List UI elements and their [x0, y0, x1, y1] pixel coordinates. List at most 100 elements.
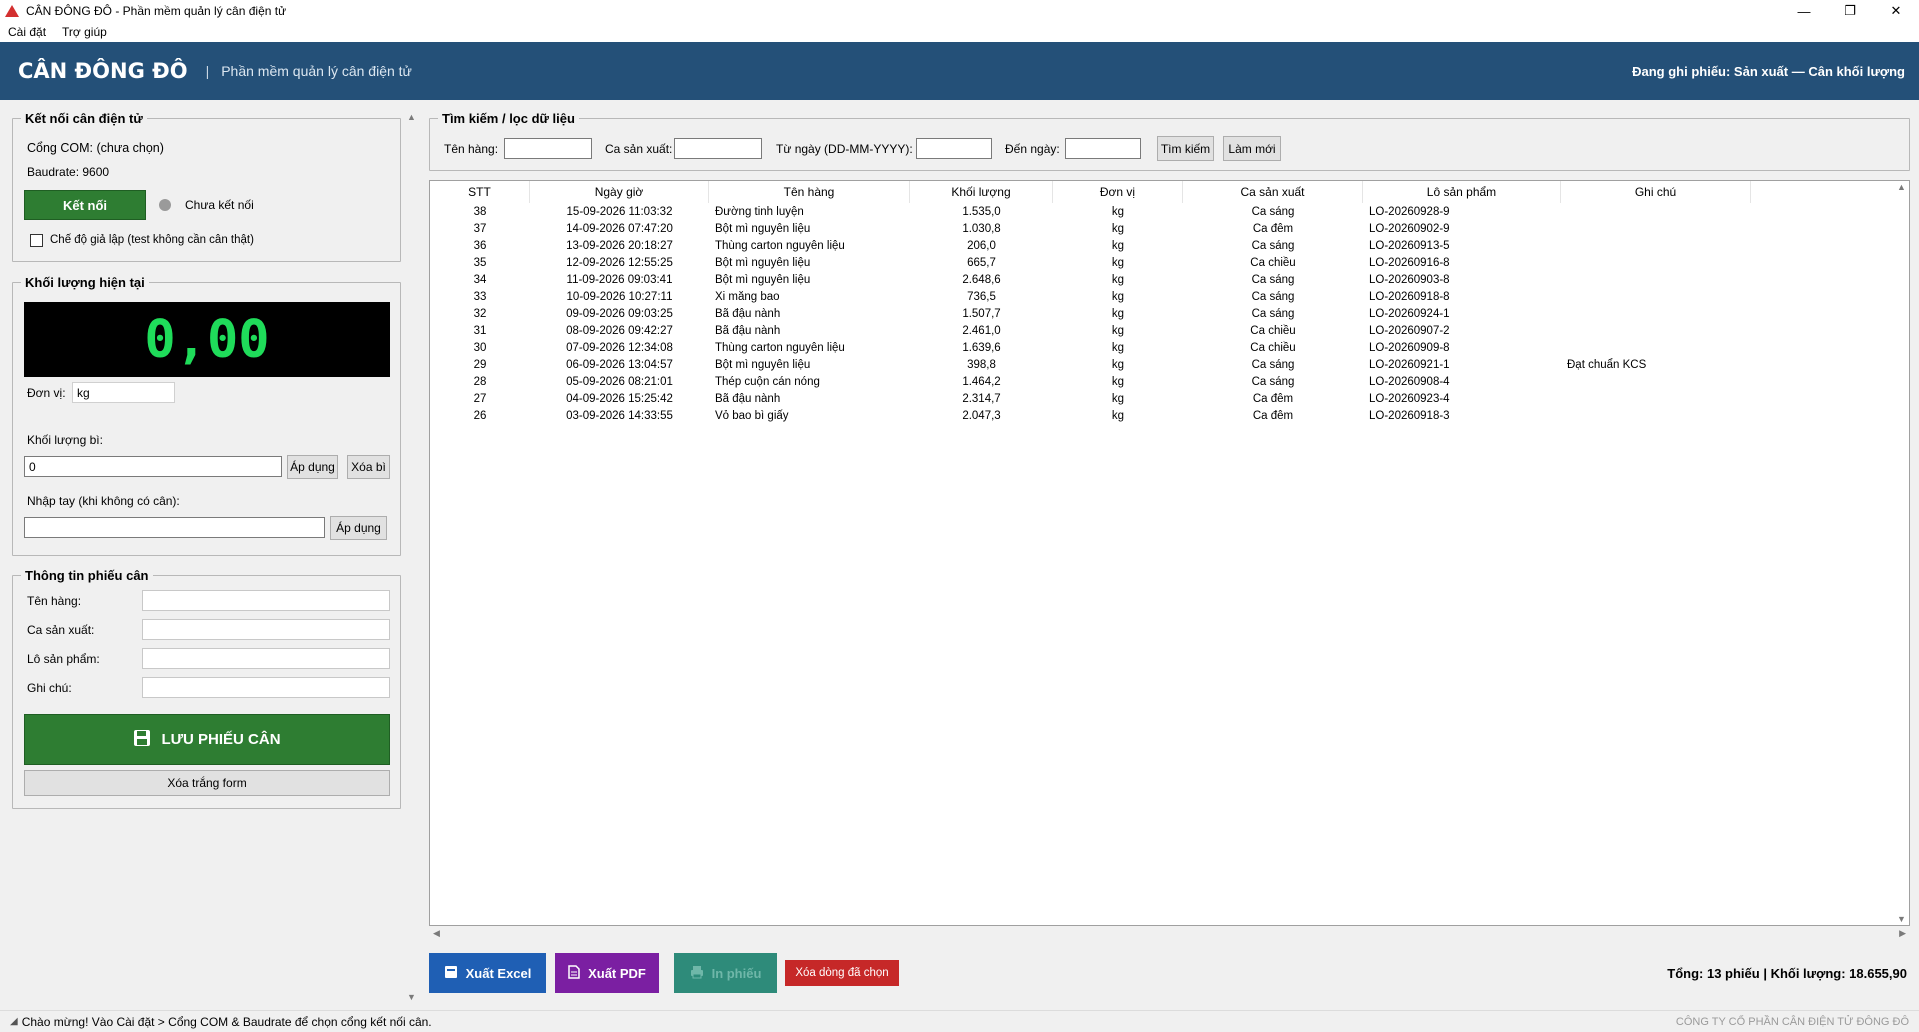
- unit-input[interactable]: [72, 382, 175, 403]
- cell-datetime: 12-09-2026 12:55:25: [566, 256, 673, 269]
- export-excel-label: Xuất Excel: [465, 965, 532, 981]
- cell-product: Đường tinh luyện: [715, 205, 804, 218]
- menu-help[interactable]: Trợ giúp: [54, 25, 115, 39]
- clear-tare-button[interactable]: Xóa bì: [347, 455, 390, 479]
- table-row[interactable]: 30 07-09-2026 12:34:08 Thùng carton nguyên…: [430, 339, 1751, 356]
- clear-form-button[interactable]: Xóa trắng form: [24, 770, 390, 796]
- maximize-button[interactable]: ❐: [1827, 0, 1873, 22]
- cell-weight: 1.639,6: [962, 341, 1001, 354]
- resize-grip-icon: ◢: [10, 1016, 18, 1027]
- printer-icon: [690, 965, 704, 982]
- table-row[interactable]: 33 10-09-2026 10:27:11 Xi măng bao 736,5 kg C…: [430, 288, 1751, 305]
- tare-label: Khối lượng bì:: [27, 433, 103, 447]
- table-row[interactable]: 31 08-09-2026 09:42:27 Bã đậu nành 2.461,0 k…: [430, 322, 1751, 339]
- table-row[interactable]: 35 12-09-2026 12:55:25 Bột mì nguyên liệu 6…: [430, 254, 1751, 271]
- cell-shift: Ca đêm: [1252, 392, 1294, 405]
- search-from-date-input[interactable]: [916, 138, 992, 159]
- close-button[interactable]: ✕: [1873, 0, 1919, 22]
- cell-product: Thùng carton nguyên liệu: [715, 239, 845, 252]
- print-ticket-button[interactable]: In phiếu: [674, 953, 777, 993]
- note-input[interactable]: [142, 677, 390, 698]
- cell-stt: 34: [473, 273, 487, 286]
- cell-stt: 26: [473, 409, 487, 422]
- table-scroll-down-icon[interactable]: ▼: [1897, 914, 1906, 924]
- table-scroll-up-icon[interactable]: ▲: [1897, 182, 1906, 192]
- unit-label: Đơn vị:: [27, 386, 66, 400]
- tare-input[interactable]: [24, 456, 282, 477]
- cell-shift: Ca đêm: [1252, 409, 1294, 422]
- column-header-note[interactable]: Ghi chú: [1561, 181, 1751, 203]
- table-row[interactable]: 29 06-09-2026 13:04:57 Bột mì nguyên liệu 3…: [430, 356, 1751, 373]
- table-row[interactable]: 26 03-09-2026 14:33:55 Vỏ bao bì giấy 2.047…: [430, 407, 1751, 424]
- column-header-lot[interactable]: Lô sản phẩm: [1363, 181, 1561, 203]
- cell-note: [1561, 339, 1751, 356]
- table-row[interactable]: 28 05-09-2026 08:21:01 Thép cuộn cán nóng 1…: [430, 373, 1751, 390]
- cell-datetime: 11-09-2026 09:03:41: [566, 273, 673, 286]
- export-pdf-button[interactable]: Xuất PDF: [555, 953, 659, 993]
- export-excel-button[interactable]: Xuất Excel: [429, 953, 546, 993]
- cell-shift: Ca chiều: [1250, 324, 1296, 337]
- cell-unit: kg: [1111, 392, 1125, 405]
- table-scroll-left-icon[interactable]: ◀: [433, 928, 440, 939]
- table-row[interactable]: 32 09-09-2026 09:03:25 Bã đậu nành 1.507,7 k…: [430, 305, 1751, 322]
- cell-product: Bột mì nguyên liệu: [715, 273, 811, 286]
- cell-product: Bã đậu nành: [715, 392, 781, 405]
- search-product-label: Tên hàng:: [444, 142, 499, 156]
- baudrate-label: Baudrate: 9600: [27, 165, 110, 179]
- column-header-unit[interactable]: Đơn vị: [1053, 181, 1183, 203]
- tare-apply-button[interactable]: Áp dụng: [287, 455, 338, 479]
- shift-input[interactable]: [142, 619, 390, 640]
- column-header-weight[interactable]: Khối lượng: [910, 181, 1053, 203]
- manual-apply-button[interactable]: Áp dụng: [330, 516, 387, 540]
- table-row[interactable]: 27 04-09-2026 15:25:42 Bã đậu nành 2.314,7 k…: [430, 390, 1751, 407]
- table-row[interactable]: 37 14-09-2026 07:47:20 Bột mì nguyên liệu 1…: [430, 220, 1751, 237]
- menu-settings[interactable]: Cài đặt: [0, 25, 54, 39]
- cell-note: [1561, 254, 1751, 271]
- table-row[interactable]: 34 11-09-2026 09:03:41 Bột mì nguyên liệu 2…: [430, 271, 1751, 288]
- column-header-datetime[interactable]: Ngày giờ: [530, 181, 709, 203]
- search-to-date-input[interactable]: [1065, 138, 1141, 159]
- lot-input[interactable]: [142, 648, 390, 669]
- manual-weight-input[interactable]: [24, 517, 325, 538]
- table-scroll-right-icon[interactable]: ▶: [1899, 928, 1906, 939]
- search-button[interactable]: Tìm kiếm: [1157, 136, 1214, 161]
- connect-button[interactable]: Kết nối: [24, 190, 146, 220]
- scroll-down-arrow-icon[interactable]: ▼: [407, 992, 416, 1002]
- left-panel-scrollbar[interactable]: ▲ ▼: [406, 112, 418, 1002]
- cell-note: Đạt chuẩn KCS: [1567, 358, 1647, 371]
- delete-selected-button[interactable]: Xóa dòng đã chọn: [785, 960, 899, 986]
- cell-shift: Ca chiều: [1250, 256, 1296, 269]
- save-ticket-button[interactable]: LƯU PHIẾU CÂN: [24, 714, 390, 765]
- cell-product: Xi măng bao: [715, 290, 780, 303]
- cell-note: [1561, 390, 1751, 407]
- cell-weight: 2.314,7: [962, 392, 1001, 405]
- table-vertical-scrollbar[interactable]: ▲ ▼: [1894, 180, 1910, 926]
- refresh-button[interactable]: Làm mới: [1223, 136, 1281, 161]
- search-to-label: Đến ngày:: [1005, 142, 1060, 156]
- column-header-stt[interactable]: STT: [430, 181, 530, 203]
- simulate-checkbox[interactable]: [30, 234, 43, 247]
- cell-note: [1561, 322, 1751, 339]
- scroll-up-arrow-icon[interactable]: ▲: [407, 112, 416, 122]
- product-name-input[interactable]: [142, 590, 390, 611]
- cell-product: Bột mì nguyên liệu: [715, 358, 811, 371]
- column-header-product[interactable]: Tên hàng: [709, 181, 910, 203]
- cell-shift: Ca chiều: [1250, 341, 1296, 354]
- search-product-input[interactable]: [504, 138, 592, 159]
- note-label: Ghi chú:: [27, 681, 72, 695]
- cell-lot: LO-20260918-8: [1369, 290, 1450, 303]
- company-name: CÔNG TY CỔ PHẦN CÂN ĐIỆN TỬ ĐÔNG ĐÔ: [1675, 1015, 1909, 1028]
- cell-datetime: 04-09-2026 15:25:42: [566, 392, 673, 405]
- connection-legend: Kết nối cân điện tử: [25, 111, 143, 126]
- menu-bar: Cài đặt Trợ giúp: [0, 22, 1919, 42]
- cell-stt: 30: [473, 341, 487, 354]
- search-shift-input[interactable]: [674, 138, 762, 159]
- table-row[interactable]: 36 13-09-2026 20:18:27 Thùng carton nguyên…: [430, 237, 1751, 254]
- cell-stt: 32: [473, 307, 487, 320]
- cell-weight: 206,0: [967, 239, 996, 252]
- table-horizontal-scrollbar[interactable]: ◀ ▶: [429, 926, 1910, 942]
- column-header-shift[interactable]: Ca sản xuất: [1183, 181, 1363, 203]
- simulate-label: Chế độ giả lập (test không cần cân thật): [50, 234, 254, 246]
- minimize-button[interactable]: —: [1781, 0, 1827, 22]
- table-row[interactable]: 38 15-09-2026 11:03:32 Đường tinh luyện 1.5…: [430, 203, 1751, 220]
